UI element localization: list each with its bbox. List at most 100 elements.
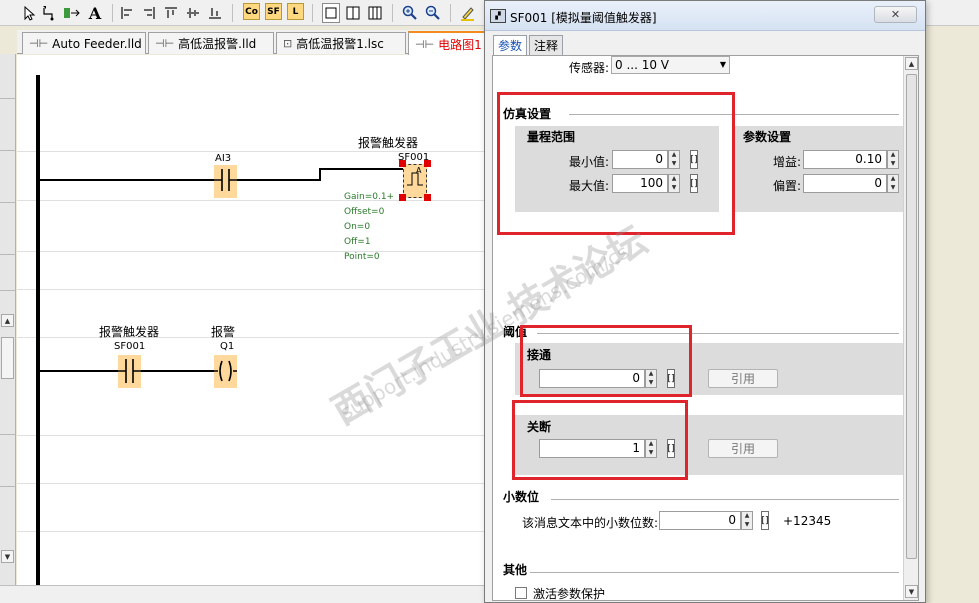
sensor-select[interactable]: 0 ... 10 V ▼ <box>611 56 730 74</box>
co-button[interactable]: Co <box>243 3 260 20</box>
grid-line <box>17 531 487 532</box>
scroll-up-icon[interactable]: ▲ <box>1 314 14 327</box>
tab-label: 高低温报警1.lsc <box>296 37 384 51</box>
decimal-input[interactable]: 0 <box>659 511 741 530</box>
align-top-icon[interactable] <box>162 3 180 23</box>
function-block-icon: ▞ <box>490 9 506 23</box>
highlight-on-threshold <box>520 325 692 397</box>
tab-label: 高低温报警.lld <box>178 37 257 51</box>
scroll-up-icon[interactable]: ▲ <box>905 57 918 70</box>
ai3-label: AI3 <box>215 153 232 164</box>
highlight-off-threshold <box>512 400 688 480</box>
divider <box>0 290 16 291</box>
dialog-parameter-panel: 传感器: 0 ... 10 V ▼ 仿真设置 量程范围 最小值: 0 ▲ ▼ []… <box>492 55 919 601</box>
coil-title: 报警 <box>211 325 236 339</box>
sf001-contact[interactable] <box>118 355 141 388</box>
fbd-file-icon: ⊡ <box>283 37 293 50</box>
tab-circuit-1[interactable]: ⊣⊢ 电路图1 <box>408 31 487 55</box>
analog-threshold-trigger-block[interactable]: A <box>403 164 427 198</box>
pointer-tool-icon[interactable] <box>20 3 38 23</box>
left-panel-edge: ▲ ▼ <box>0 54 16 603</box>
divider <box>0 254 16 255</box>
decimal-label: 该消息文本中的小数位数: <box>522 516 659 530</box>
l-button[interactable]: L <box>287 3 304 20</box>
highlight-simulation-settings <box>497 92 735 235</box>
grid-line <box>17 337 487 338</box>
sensor-value: 0 ... 10 V <box>615 58 669 72</box>
selection-handle[interactable] <box>424 160 431 167</box>
tab-temp-alarm-lsc[interactable]: ⊡ 高低温报警1.lsc <box>276 32 406 54</box>
text-tool-icon[interactable]: A <box>86 3 104 23</box>
grid-line <box>17 251 487 252</box>
offset-stepper[interactable]: ▲ ▼ <box>887 174 899 193</box>
protect-checkbox[interactable] <box>515 587 527 599</box>
gain-label: 增益: <box>773 155 802 169</box>
offset-input[interactable]: 0 <box>803 174 887 193</box>
highlighter-icon[interactable] <box>458 3 478 23</box>
rung-2-wire <box>141 370 214 372</box>
toolbar-separator <box>232 4 233 22</box>
view-triple-icon[interactable] <box>366 3 384 23</box>
decimal-bracket-icon[interactable]: [] <box>761 511 769 530</box>
param-settings-title: 参数设置 <box>743 130 792 144</box>
close-button[interactable]: ✕ <box>874 6 917 23</box>
power-rail <box>36 75 40 585</box>
sf001-properties-dialog: ▞ SF001 [模拟量阈值触发器] ✕ 参数 注释 传感器: 0 ... 10… <box>484 0 926 603</box>
divider <box>0 202 16 203</box>
rung-1-wire <box>319 168 405 170</box>
other-title: 其他 <box>503 563 528 577</box>
q1-coil[interactable] <box>214 355 237 388</box>
chevron-down-icon: ▼ <box>719 60 726 69</box>
ai3-contact[interactable] <box>214 165 237 198</box>
dialog-scrollbar[interactable]: ▲ ▼ <box>903 56 918 600</box>
selection-handle[interactable] <box>399 194 406 201</box>
tab-comment[interactable]: 注释 <box>529 35 563 55</box>
rung-2-wire <box>40 370 118 372</box>
block-param-on: On=0 <box>344 222 371 232</box>
zoom-out-icon[interactable] <box>423 3 443 23</box>
tab-auto-feeder[interactable]: ⊣⊢ Auto Feeder.lld <box>22 32 146 54</box>
tab-temp-alarm-lld[interactable]: ⊣⊢ 高低温报警.lld <box>148 32 274 54</box>
off-reference-button[interactable]: 引用 <box>708 439 778 458</box>
gain-stepper[interactable]: ▲ ▼ <box>887 150 899 169</box>
section-divider <box>530 572 899 573</box>
circuit-canvas[interactable]: AI3 报警触发器 SF001 A Gain=0.1+ Offset=0 On=… <box>17 55 487 585</box>
zoom-in-icon[interactable] <box>400 3 420 23</box>
align-bottom-icon[interactable] <box>206 3 224 23</box>
ladder-file-icon: ⊣⊢ <box>415 37 435 51</box>
selection-handle[interactable] <box>424 194 431 201</box>
status-bar <box>0 585 490 603</box>
align-right-icon[interactable] <box>140 3 158 23</box>
gain-input[interactable]: 0.10 <box>803 150 887 169</box>
rung-1-wire <box>40 179 214 181</box>
scroll-down-icon[interactable]: ▼ <box>905 585 918 598</box>
align-middle-icon[interactable] <box>184 3 202 23</box>
protect-label: 激活参数保护 <box>533 587 606 601</box>
on-reference-button[interactable]: 引用 <box>708 369 778 388</box>
view-single-icon[interactable] <box>322 3 340 23</box>
section-divider <box>551 499 899 500</box>
align-left-icon[interactable] <box>118 3 136 23</box>
decimal-title: 小数位 <box>503 490 540 504</box>
ladder-file-icon: ⊣⊢ <box>155 37 175 50</box>
scroll-down-icon[interactable]: ▼ <box>1 550 14 563</box>
dialog-title-bar[interactable]: ▞ SF001 [模拟量阈值触发器] ✕ <box>485 1 925 31</box>
decimal-stepper[interactable]: ▲ ▼ <box>741 511 753 530</box>
view-split-icon[interactable] <box>344 3 362 23</box>
grid-line <box>17 200 487 201</box>
sf-button[interactable]: SF <box>265 3 282 20</box>
block-tool-icon[interactable] <box>62 3 82 23</box>
scrollbar-thumb[interactable] <box>906 74 917 559</box>
tab-parameters[interactable]: 参数 <box>493 35 527 55</box>
scrollbar-thumb[interactable] <box>1 337 14 379</box>
selection-handle[interactable] <box>399 160 406 167</box>
grid-line <box>17 289 487 290</box>
divider <box>0 434 16 435</box>
connector-tool-icon[interactable] <box>40 3 60 23</box>
grid-line <box>17 483 487 484</box>
ladder-file-icon: ⊣⊢ <box>29 37 49 50</box>
tab-label: 电路图1 <box>438 37 482 52</box>
block-param-offset: Offset=0 <box>344 207 385 217</box>
coil-id: Q1 <box>220 341 235 352</box>
toolbar-separator <box>450 4 451 22</box>
